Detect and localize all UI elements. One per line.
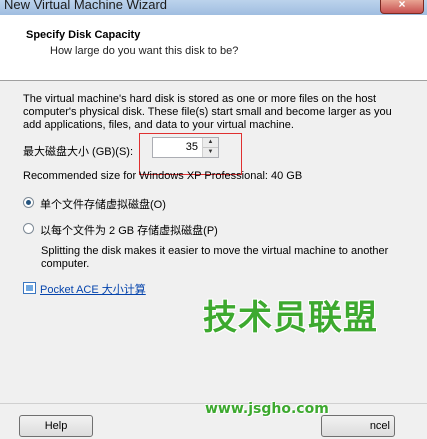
calculator-icon [23, 282, 36, 294]
cancel-button[interactable]: ncel [321, 415, 395, 437]
split-description-line: Splitting the disk makes it easier to mo… [41, 245, 389, 257]
wizard-footer: Help ncel [0, 403, 427, 439]
radio-split-file-label: 以每个文件为 2 GB 存储虚拟磁盘(P) [40, 225, 218, 237]
wizard-content: The virtual machine's hard disk is store… [0, 81, 427, 403]
page-title: Specify Disk Capacity [26, 29, 141, 41]
window-title: New Virtual Machine Wizard [4, 0, 168, 12]
max-disk-size-label: 最大磁盘大小 (GB)(S): [23, 146, 133, 158]
recommended-size-text: Recommended size for Windows XP Professi… [23, 170, 303, 182]
description-line: add applications, files, and data to you… [23, 119, 294, 131]
stepper-down-icon[interactable]: ▼ [203, 148, 218, 157]
pocket-ace-link-text[interactable]: Pocket ACE 大小计算 [40, 281, 146, 297]
radio-unselected-icon[interactable] [23, 223, 34, 234]
title-bar: New Virtual Machine Wizard × [0, 0, 427, 15]
stepper-up-icon[interactable]: ▲ [203, 138, 218, 148]
close-button[interactable]: × [380, 0, 424, 14]
split-description: Splitting the disk makes it easier to mo… [41, 245, 401, 271]
disk-size-value[interactable]: 35 [186, 141, 198, 153]
stepper-arrows: ▲ ▼ [202, 138, 218, 157]
cancel-button-label: ncel [369, 420, 390, 432]
split-description-line: computer. [41, 258, 90, 270]
help-button[interactable]: Help [19, 415, 93, 437]
disk-description: The virtual machine's hard disk is store… [23, 93, 393, 132]
page-subtitle: How large do you want this disk to be? [50, 45, 239, 57]
radio-selected-icon[interactable] [23, 197, 34, 208]
wizard-header: Specify Disk Capacity How large do you w… [0, 15, 427, 81]
close-icon: × [398, 0, 406, 11]
disk-size-stepper[interactable]: 35 ▲ ▼ [152, 137, 219, 158]
radio-single-file-label: 单个文件存储虚拟磁盘(O) [40, 199, 166, 211]
description-line: The virtual machine's hard disk is store… [23, 93, 377, 105]
description-line: computer's physical disk. These file(s) … [23, 106, 392, 118]
